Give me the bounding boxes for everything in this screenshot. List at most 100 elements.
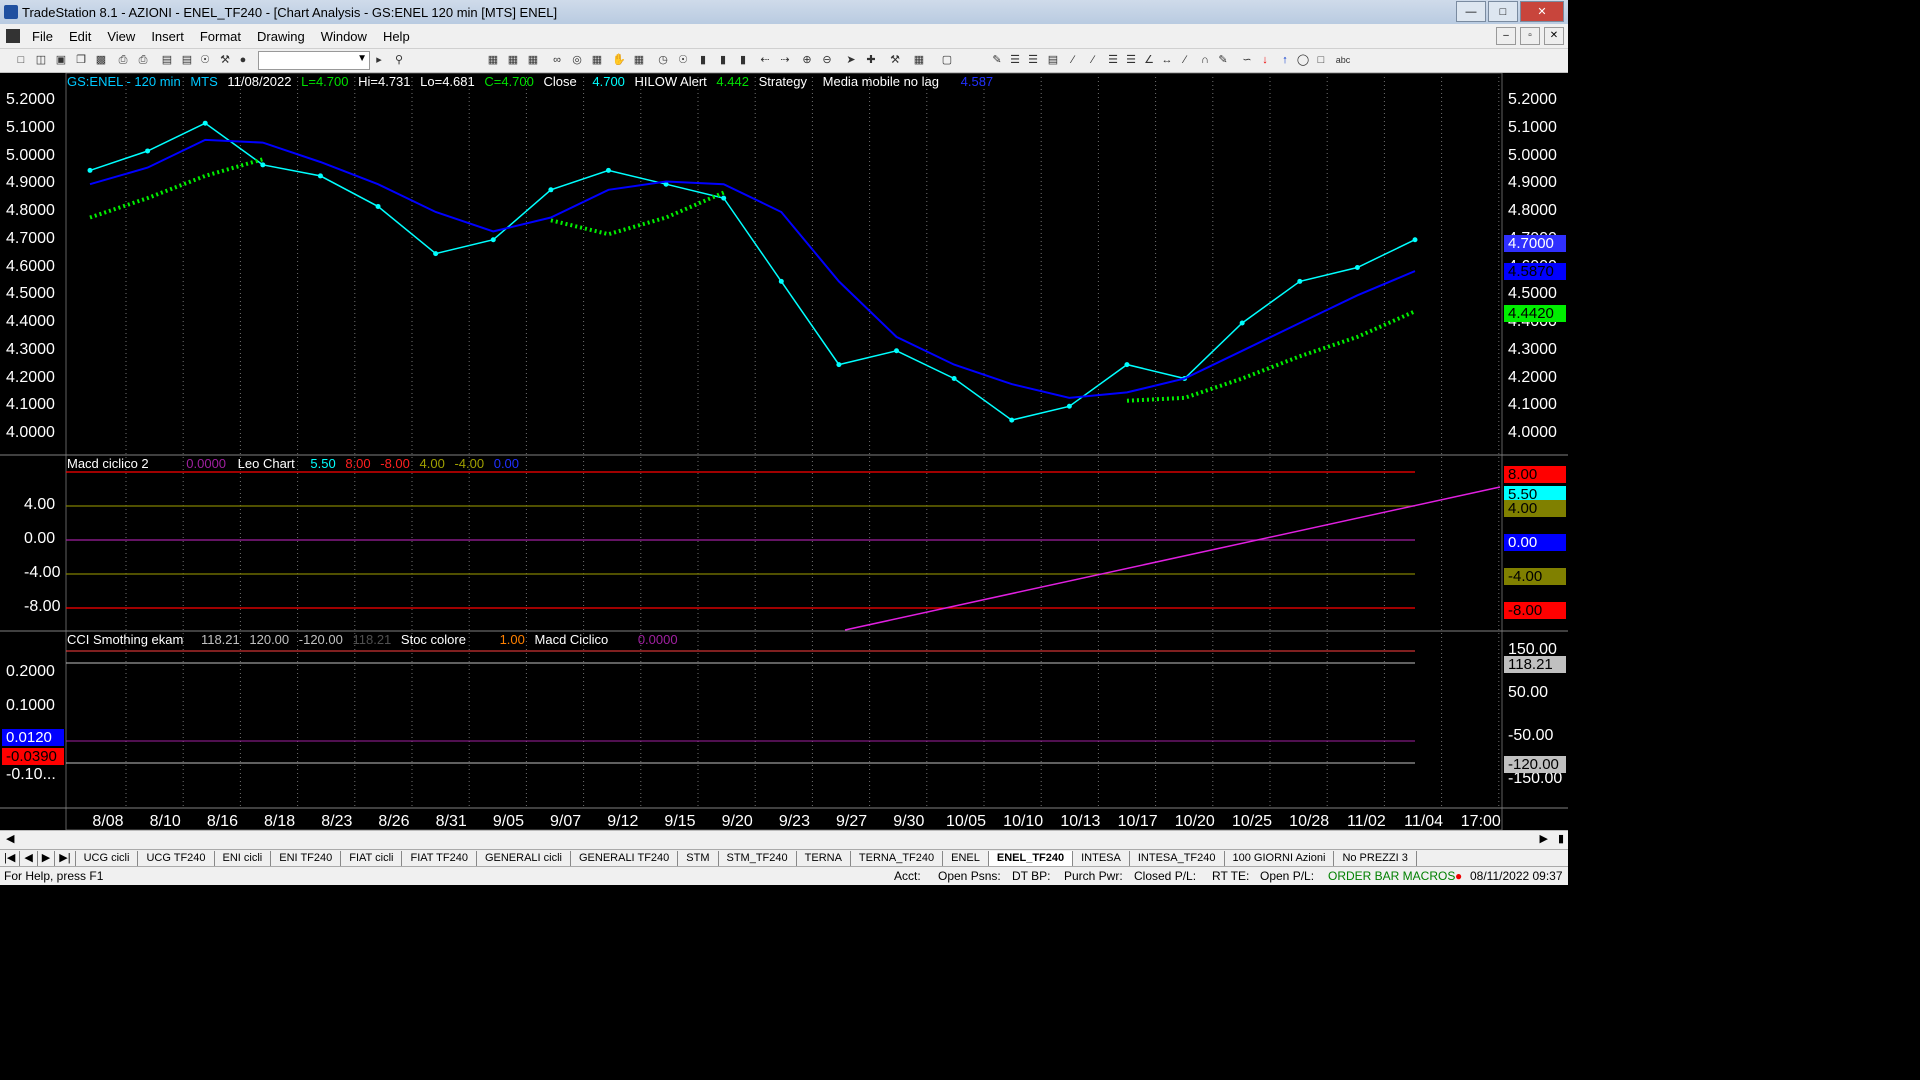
matrix-icon[interactable]: ▦	[590, 53, 604, 67]
document-icon[interactable]	[6, 29, 20, 43]
window2-icon[interactable]: ▤	[180, 53, 194, 67]
arrow-up-icon[interactable]: ↑	[1278, 53, 1292, 67]
optionstation-icon[interactable]: ☉	[676, 53, 690, 67]
arrow-right-icon[interactable]: ▸	[372, 53, 386, 67]
zoom-in-icon[interactable]: ⊕	[800, 53, 814, 67]
find-icon[interactable]: ⚲	[392, 53, 406, 67]
tab-enel[interactable]: ENEL	[943, 850, 989, 866]
tab-terna[interactable]: TERNA	[797, 850, 851, 866]
paste-icon[interactable]: ▩	[94, 53, 108, 67]
tools-icon[interactable]: ⚒	[218, 53, 232, 67]
pen-icon[interactable]: ✎	[1216, 53, 1230, 67]
grid-icon[interactable]: ▦	[526, 53, 540, 67]
save-icon[interactable]: ▣	[54, 53, 68, 67]
tab-generali-cicli[interactable]: GENERALI cicli	[477, 850, 571, 866]
angle-icon[interactable]: ∠	[1142, 53, 1156, 67]
zoom-out-bars-icon[interactable]: ⇠	[758, 53, 772, 67]
pointer-icon[interactable]: ➤	[844, 53, 858, 67]
mdi-restore-button[interactable]: ▫	[1520, 27, 1540, 45]
copy-icon[interactable]: ❐	[74, 53, 88, 67]
ellipse-icon[interactable]: ◯	[1296, 53, 1310, 67]
print-icon[interactable]: ⎙	[116, 53, 130, 67]
pencil-icon[interactable]: ✎	[990, 53, 1004, 67]
menu-edit[interactable]: Edit	[61, 29, 99, 44]
tab-eni-tf240[interactable]: ENI TF240	[271, 850, 342, 866]
scroll-left-icon[interactable]: ◀	[6, 832, 14, 845]
tab-ucg-cicli[interactable]: UCG cicli	[76, 850, 139, 866]
chart-window[interactable]: GS:ENEL - 120 min MTS 11/08/2022 L=4.700…	[0, 73, 1568, 830]
tab-nav-first-icon[interactable]: |◀	[0, 850, 21, 866]
gann-icon[interactable]: ☰	[1124, 53, 1138, 67]
lock-icon[interactable]: ☉	[198, 53, 212, 67]
tab-ucg-tf240[interactable]: UCG TF240	[138, 850, 215, 866]
scanner-icon[interactable]: ▦	[632, 53, 646, 67]
text-tool-icon[interactable]: abc	[1334, 53, 1352, 67]
tab-intesa[interactable]: INTESA	[1073, 850, 1130, 866]
horizontal-scrollbar[interactable]: ◀ ▶ ▮	[0, 830, 1568, 849]
menu-drawing[interactable]: Drawing	[249, 29, 313, 44]
time-icon[interactable]: ◷	[656, 53, 670, 67]
tab-intesa-tf240[interactable]: INTESA_TF240	[1130, 850, 1225, 866]
menu-file[interactable]: File	[24, 29, 61, 44]
arrow-both-icon[interactable]: ↔	[1160, 53, 1174, 67]
arrow-down-icon[interactable]: ↓	[1258, 53, 1272, 67]
link-icon[interactable]: ∞	[550, 53, 564, 67]
menu-insert[interactable]: Insert	[143, 29, 192, 44]
tab-terna-tf240[interactable]: TERNA_TF240	[851, 850, 944, 866]
tab-nav-last-icon[interactable]: ▶|	[55, 850, 76, 866]
regression-icon[interactable]: ∕	[1066, 53, 1080, 67]
crosshair-icon[interactable]: ✚	[864, 53, 878, 67]
palette-icon[interactable]: ●	[236, 53, 250, 67]
fibonacci-icon[interactable]: ☰	[1106, 53, 1120, 67]
scroll-right-icon[interactable]: ▶	[1540, 832, 1548, 845]
maximize-button[interactable]: □	[1488, 1, 1518, 22]
text-icon[interactable]: ▢	[940, 53, 954, 67]
close-button[interactable]: ✕	[1520, 1, 1564, 22]
tab-eni-cicli[interactable]: ENI cicli	[215, 850, 272, 866]
tab-nav-prev-icon[interactable]: ◀	[20, 850, 38, 866]
quote-icon[interactable]: ▦	[506, 53, 520, 67]
menu-window[interactable]: Window	[313, 29, 375, 44]
tab-enel-tf240[interactable]: ENEL_TF240	[988, 850, 1074, 866]
tab-stm[interactable]: STM	[678, 850, 719, 866]
mdi-close-button[interactable]: ✕	[1544, 27, 1564, 45]
zoom-in-bars-icon[interactable]: ⇢	[778, 53, 792, 67]
trendline-icon[interactable]: ∕	[1086, 53, 1100, 67]
scroll-thumb-icon[interactable]: ▮	[1558, 832, 1564, 845]
tab-fiat-cicli[interactable]: FIAT cicli	[341, 850, 403, 866]
tick-icon[interactable]: ▮	[736, 53, 750, 67]
minimize-button[interactable]: —	[1456, 1, 1486, 22]
menu-format[interactable]: Format	[192, 29, 249, 44]
data-window-icon[interactable]: ▦	[912, 53, 926, 67]
print-preview-icon[interactable]: ⎙	[136, 53, 150, 67]
vertical-lines-icon[interactable]: ☰	[1008, 53, 1022, 67]
wrench-icon[interactable]: ⚒	[888, 53, 902, 67]
tab-nav-next-icon[interactable]: ▶	[38, 850, 56, 866]
channel-icon[interactable]: ∕	[1178, 53, 1192, 67]
curve-icon[interactable]: ∽	[1240, 53, 1254, 67]
mdi-minimize-button[interactable]: –	[1496, 27, 1516, 45]
tab-100-giorni-azioni[interactable]: 100 GIORNI Azioni	[1225, 850, 1335, 866]
arc-icon[interactable]: ∩	[1198, 53, 1212, 67]
chart-icon[interactable]: ▦	[486, 53, 500, 67]
hand-icon[interactable]: ✋	[612, 53, 626, 67]
open-icon[interactable]: ◫	[34, 53, 48, 67]
tab-no-prezzi-3[interactable]: No PREZZI 3	[1334, 850, 1417, 866]
radar-icon[interactable]: ◎	[570, 53, 584, 67]
candle-icon[interactable]: ▮	[716, 53, 730, 67]
status-macros[interactable]: ORDER BAR MACROS	[1328, 869, 1455, 883]
bar-icon[interactable]: ▮	[696, 53, 710, 67]
window-icon[interactable]: ▤	[160, 53, 174, 67]
chevron-down-icon[interactable]: ▼	[357, 53, 367, 64]
symbol-combo[interactable]: ▼	[258, 51, 370, 70]
menu-help[interactable]: Help	[375, 29, 418, 44]
chart-plot[interactable]	[0, 73, 1568, 830]
rectangle-icon[interactable]: □	[1314, 53, 1328, 67]
box-icon[interactable]: ▤	[1046, 53, 1060, 67]
horizontal-lines-icon[interactable]: ☰	[1026, 53, 1040, 67]
tab-stm-tf240[interactable]: STM_TF240	[719, 850, 797, 866]
menu-view[interactable]: View	[99, 29, 143, 44]
zoom-out-icon[interactable]: ⊖	[820, 53, 834, 67]
tab-generali-tf240[interactable]: GENERALI TF240	[571, 850, 679, 866]
tab-fiat-tf240[interactable]: FIAT TF240	[402, 850, 477, 866]
